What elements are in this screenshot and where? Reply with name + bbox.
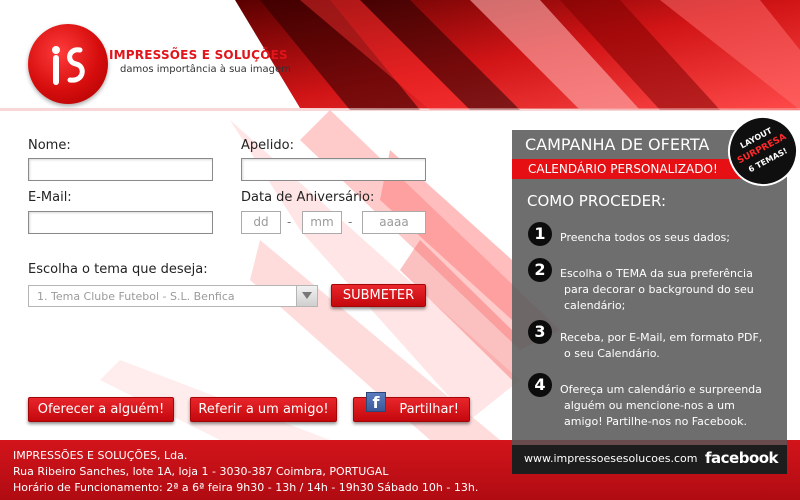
step-2-text-cont: para decorar o background do seu calendá…: [564, 283, 754, 312]
date-separator: -: [348, 215, 353, 229]
date-separator: -: [287, 215, 292, 229]
step-2-text: Escolha o TEMA da sua preferência: [560, 267, 753, 280]
theme-select[interactable]: 1. Tema Clube Futebol - S.L. Benfica: [28, 285, 318, 307]
how-to-title: COMO PROCEDER:: [527, 192, 667, 210]
birthday-day-field[interactable]: dd: [241, 211, 281, 234]
nome-field[interactable]: [28, 158, 213, 181]
footer-hours: Horário de Funcionamento: 2ª a 6ª feira …: [13, 481, 479, 494]
share-label: Partilhar!: [399, 402, 459, 417]
step-3-number: 3: [528, 320, 552, 344]
logo-mark: [28, 24, 108, 104]
step-3-text-cont: o seu Calendário.: [564, 347, 660, 360]
footer-company: IMPRESSÕES E SOLUÇÕES, Lda.: [13, 449, 188, 462]
birthday-month-field[interactable]: mm: [302, 211, 342, 234]
website-link[interactable]: www.impressoesesolucoes.com: [524, 452, 698, 465]
birthday-year-field[interactable]: aaaa: [362, 211, 426, 234]
theme-select-value: 1. Tema Clube Futebol - S.L. Benfica: [37, 290, 235, 303]
facebook-logo[interactable]: facebook: [705, 449, 779, 467]
nome-label: Nome:: [28, 138, 71, 153]
chevron-down-icon[interactable]: [296, 286, 317, 306]
birthday-label: Data de Aniversário:: [241, 190, 375, 205]
email-field[interactable]: [28, 211, 213, 234]
apelido-field[interactable]: [241, 158, 426, 181]
step-1-text: Preencha todos os seus dados;: [560, 231, 730, 244]
facebook-f-icon: f: [366, 392, 386, 412]
brand-name: IMPRESSÕES E SOLUÇÕES: [109, 48, 288, 62]
step-4-text-cont: alguém ou mencione-nos a um amigo! Parti…: [564, 399, 747, 428]
step-2-number: 2: [528, 258, 552, 282]
footer-address: Rua Ribeiro Sanches, lote 1A, loja 1 - 3…: [13, 465, 389, 478]
step-4-text: Ofereça um calendário e surpreenda: [560, 383, 762, 396]
step-4-number: 4: [528, 373, 552, 397]
theme-label: Escolha o tema que deseja:: [28, 262, 208, 277]
submit-button[interactable]: SUBMETER: [331, 284, 426, 307]
apelido-label: Apelido:: [241, 138, 294, 153]
offer-button[interactable]: Oferecer a alguém!: [28, 397, 174, 422]
step-3-text: Receba, por E-Mail, em formato PDF,: [560, 331, 763, 344]
step-1-number: 1: [528, 222, 552, 246]
brand-tagline: damos importância à sua imagem: [120, 64, 291, 75]
refer-friend-button[interactable]: Referir a um amigo!: [190, 397, 337, 422]
campaign-subtitle: CALENDÁRIO PERSONALIZADO!: [528, 162, 718, 176]
campaign-title: CAMPANHA DE OFERTA: [525, 135, 710, 154]
email-label: E-Mail:: [28, 190, 72, 205]
